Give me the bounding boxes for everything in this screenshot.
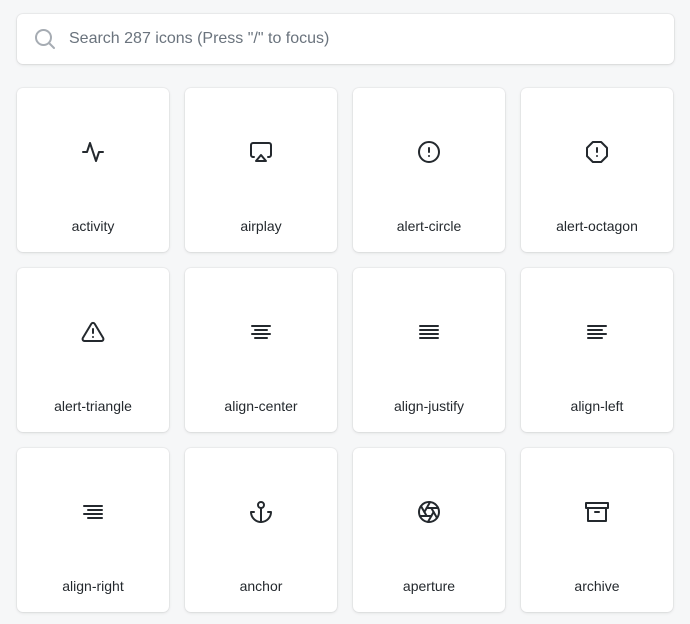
anchor-icon bbox=[249, 500, 273, 524]
icon-card-aperture[interactable]: aperture bbox=[353, 448, 505, 612]
search-icon bbox=[33, 27, 57, 51]
icon-card-align-right[interactable]: align-right bbox=[17, 448, 169, 612]
search-input[interactable] bbox=[69, 14, 659, 64]
icon-card-label: alert-triangle bbox=[54, 398, 132, 414]
search-bar[interactable] bbox=[17, 14, 674, 64]
alert-circle-icon bbox=[417, 140, 441, 164]
icon-card-activity[interactable]: activity bbox=[17, 88, 169, 252]
airplay-icon bbox=[249, 140, 273, 164]
icon-card-anchor[interactable]: anchor bbox=[185, 448, 337, 612]
icon-card-label: align-left bbox=[570, 398, 624, 414]
align-center-icon bbox=[249, 320, 273, 344]
icon-card-label: aperture bbox=[402, 578, 456, 594]
icon-card-airplay[interactable]: airplay bbox=[185, 88, 337, 252]
alert-triangle-icon bbox=[81, 320, 105, 344]
icon-card-label: alert-octagon bbox=[556, 218, 638, 234]
archive-icon bbox=[585, 500, 609, 524]
icon-card-align-center[interactable]: align-center bbox=[185, 268, 337, 432]
icon-card-alert-triangle[interactable]: alert-triangle bbox=[17, 268, 169, 432]
icon-card-label: align-center bbox=[224, 398, 298, 414]
icon-card-align-left[interactable]: align-left bbox=[521, 268, 673, 432]
icon-card-label: anchor bbox=[239, 578, 283, 594]
activity-icon bbox=[81, 140, 105, 164]
icon-card-align-justify[interactable]: align-justify bbox=[353, 268, 505, 432]
icon-card-label: airplay bbox=[240, 218, 282, 234]
icon-card-label: align-right bbox=[62, 578, 124, 594]
icon-grid: activity airplay alert-circle alert-octa… bbox=[17, 88, 674, 612]
aperture-icon bbox=[417, 500, 441, 524]
align-right-icon bbox=[81, 500, 105, 524]
icon-card-label: align-justify bbox=[393, 398, 465, 414]
alert-octagon-icon bbox=[585, 140, 609, 164]
icon-card-archive[interactable]: archive bbox=[521, 448, 673, 612]
icon-card-label: activity bbox=[71, 218, 115, 234]
align-justify-icon bbox=[417, 320, 441, 344]
icon-card-label: archive bbox=[574, 578, 620, 594]
icon-card-label: alert-circle bbox=[396, 218, 462, 234]
align-left-icon bbox=[585, 320, 609, 344]
icon-card-alert-circle[interactable]: alert-circle bbox=[353, 88, 505, 252]
icon-card-alert-octagon[interactable]: alert-octagon bbox=[521, 88, 673, 252]
